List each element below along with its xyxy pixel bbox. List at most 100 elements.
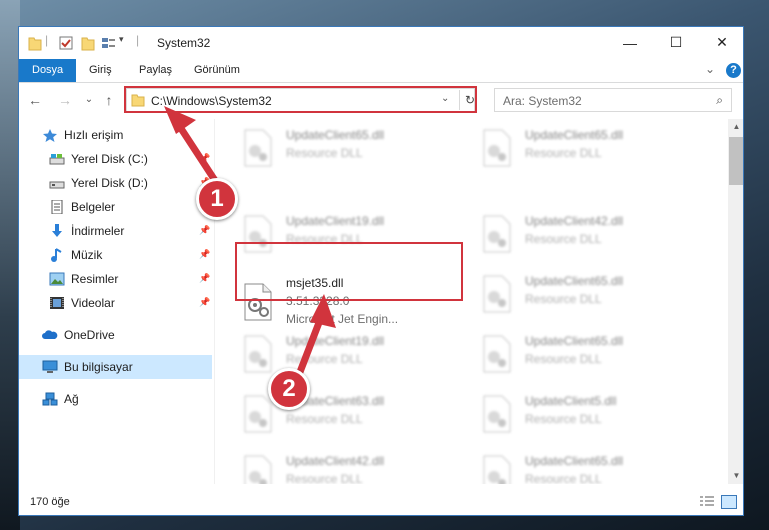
back-button[interactable]: ← xyxy=(27,92,43,108)
dll-file-icon xyxy=(483,455,511,484)
customize-toolbar-icon[interactable] xyxy=(101,35,117,51)
dll-file-icon xyxy=(483,215,511,253)
sidebar-item-videos[interactable]: Videolar 📌 xyxy=(19,291,212,315)
tab-file[interactable]: Dosya xyxy=(19,59,77,82)
file-type: Resource DLL xyxy=(525,232,602,246)
tab-home[interactable]: Giriş xyxy=(77,59,124,82)
title-bar: | ▾ | System32 — ☐ ✕ xyxy=(19,27,743,59)
sidebar-item-pictures[interactable]: Resimler 📌 xyxy=(19,267,212,291)
file-name: UpdateClient65.dll xyxy=(525,128,624,142)
network-icon xyxy=(42,392,58,406)
file-name: UpdateClient65.dll xyxy=(525,334,624,348)
sidebar-item-label: Ağ xyxy=(64,392,79,406)
file-item[interactable]: UpdateClient65.dll Resource DLL xyxy=(478,331,678,379)
computer-icon xyxy=(42,360,58,373)
dll-file-icon xyxy=(483,129,511,167)
file-name: UpdateClient65.dll xyxy=(286,128,385,142)
drive-icon xyxy=(49,154,65,165)
pin-icon: 📌 xyxy=(199,273,211,283)
document-icon xyxy=(51,200,63,214)
step-badge-1: 1 xyxy=(196,178,238,220)
music-icon xyxy=(51,248,62,262)
item-count: 170 öğe xyxy=(30,496,70,508)
sidebar-item-documents[interactable]: Belgeler 📌 xyxy=(19,195,212,219)
sidebar-item-label: OneDrive xyxy=(64,328,115,342)
star-icon xyxy=(43,129,57,142)
step-badge-2: 2 xyxy=(268,368,310,410)
file-item[interactable]: UpdateClient65.dll Resource DLL xyxy=(239,125,439,173)
file-name: UpdateClient42.dll xyxy=(525,214,624,228)
sidebar-item-label: Yerel Disk (C:) xyxy=(71,152,148,166)
sidebar-item-downloads[interactable]: İndirmeler 📌 xyxy=(19,219,212,243)
file-type: Resource DLL xyxy=(525,352,602,366)
sidebar-item-label: Bu bilgisayar xyxy=(64,360,133,374)
desktop-background xyxy=(0,0,20,530)
help-icon[interactable]: ? xyxy=(726,63,741,78)
pin-icon: 📌 xyxy=(199,297,211,307)
file-type: Resource DLL xyxy=(525,146,602,160)
file-name: UpdateClient5.dll xyxy=(525,394,617,408)
minimize-button[interactable]: — xyxy=(607,27,653,58)
dll-file-icon xyxy=(483,275,511,313)
file-type: Resource DLL xyxy=(525,412,602,426)
ribbon-tabs: Dosya Giriş Paylaş Görünüm ⌄ ? xyxy=(19,59,743,83)
sidebar-item-label: Resimler xyxy=(71,272,119,286)
dll-file-icon xyxy=(244,455,272,484)
dll-file-icon xyxy=(244,129,272,167)
close-button[interactable]: ✕ xyxy=(699,27,743,58)
file-item[interactable]: UpdateClient42.dll Resource DLL xyxy=(478,211,678,259)
file-type: Resource DLL xyxy=(525,472,602,484)
file-type: Resource DLL xyxy=(525,292,602,306)
file-item[interactable]: UpdateClient65.dll Resource DLL xyxy=(478,125,678,173)
scroll-up-arrow[interactable]: ▲ xyxy=(728,119,743,135)
scroll-down-arrow[interactable]: ▼ xyxy=(728,468,743,484)
sidebar-item-onedrive[interactable]: OneDrive xyxy=(19,323,212,347)
file-item[interactable]: UpdateClient65.dll Resource DLL xyxy=(478,271,678,319)
file-name: UpdateClient42.dll xyxy=(286,454,385,468)
status-bar: 170 öğe xyxy=(19,489,743,515)
sidebar-item-this-pc[interactable]: Bu bilgisayar xyxy=(19,355,212,379)
vertical-scrollbar[interactable]: ▲ ▼ xyxy=(728,119,743,484)
sidebar-item-label: Yerel Disk (D:) xyxy=(71,176,148,190)
tab-view[interactable]: Görünüm xyxy=(182,59,252,82)
file-name: UpdateClient19.dll xyxy=(286,214,385,228)
file-name: UpdateClient65.dll xyxy=(525,274,624,288)
sidebar-item-music[interactable]: Müzik 📌 xyxy=(19,243,212,267)
file-item[interactable]: UpdateClient42.dll Resource DLL xyxy=(239,451,439,484)
scrollbar-thumb[interactable] xyxy=(729,137,743,185)
maximize-button[interactable]: ☐ xyxy=(653,27,699,58)
recent-locations-button[interactable]: ⌄ xyxy=(81,92,97,108)
collapse-ribbon-icon[interactable]: ⌄ xyxy=(705,62,715,76)
sidebar-item-network[interactable]: Ağ xyxy=(19,387,212,411)
videos-icon xyxy=(50,297,64,309)
sidebar-item-label: Müzik xyxy=(71,248,103,262)
file-type: Resource DLL xyxy=(286,472,363,484)
file-item[interactable]: UpdateClient5.dll Resource DLL xyxy=(478,391,678,439)
file-name: UpdateClient65.dll xyxy=(525,454,624,468)
up-button[interactable]: ↑ xyxy=(101,92,117,108)
file-type: Resource DLL xyxy=(286,412,363,426)
new-folder-icon[interactable] xyxy=(81,35,95,51)
pictures-icon xyxy=(49,272,65,286)
sidebar-item-label: İndirmeler xyxy=(71,224,125,238)
dll-file-icon xyxy=(244,335,272,373)
tab-share[interactable]: Paylaş xyxy=(127,59,184,82)
file-type: Resource DLL xyxy=(286,146,363,160)
search-box[interactable]: Ara: System32 ⌕ xyxy=(494,88,732,112)
dll-file-icon xyxy=(244,395,272,433)
file-item[interactable]: UpdateClient63.dll Resource DLL xyxy=(239,391,439,439)
details-view-icon[interactable] xyxy=(699,495,715,509)
sidebar-item-label: Belgeler xyxy=(71,200,116,214)
forward-button[interactable]: → xyxy=(57,92,73,108)
quick-access-dropdown-icon[interactable]: ▾ xyxy=(119,34,124,50)
dll-file-icon xyxy=(483,395,511,433)
large-icons-view-icon[interactable] xyxy=(721,495,737,509)
file-item[interactable]: UpdateClient65.dll Resource DLL xyxy=(478,451,678,484)
folder-icon xyxy=(28,37,42,51)
annotation-arrow-1 xyxy=(164,106,220,186)
search-icon[interactable]: ⌕ xyxy=(716,93,723,108)
dll-file-icon xyxy=(483,335,511,373)
properties-icon[interactable] xyxy=(59,35,73,51)
download-icon xyxy=(52,224,62,237)
annotation-arrow-2 xyxy=(296,294,336,376)
